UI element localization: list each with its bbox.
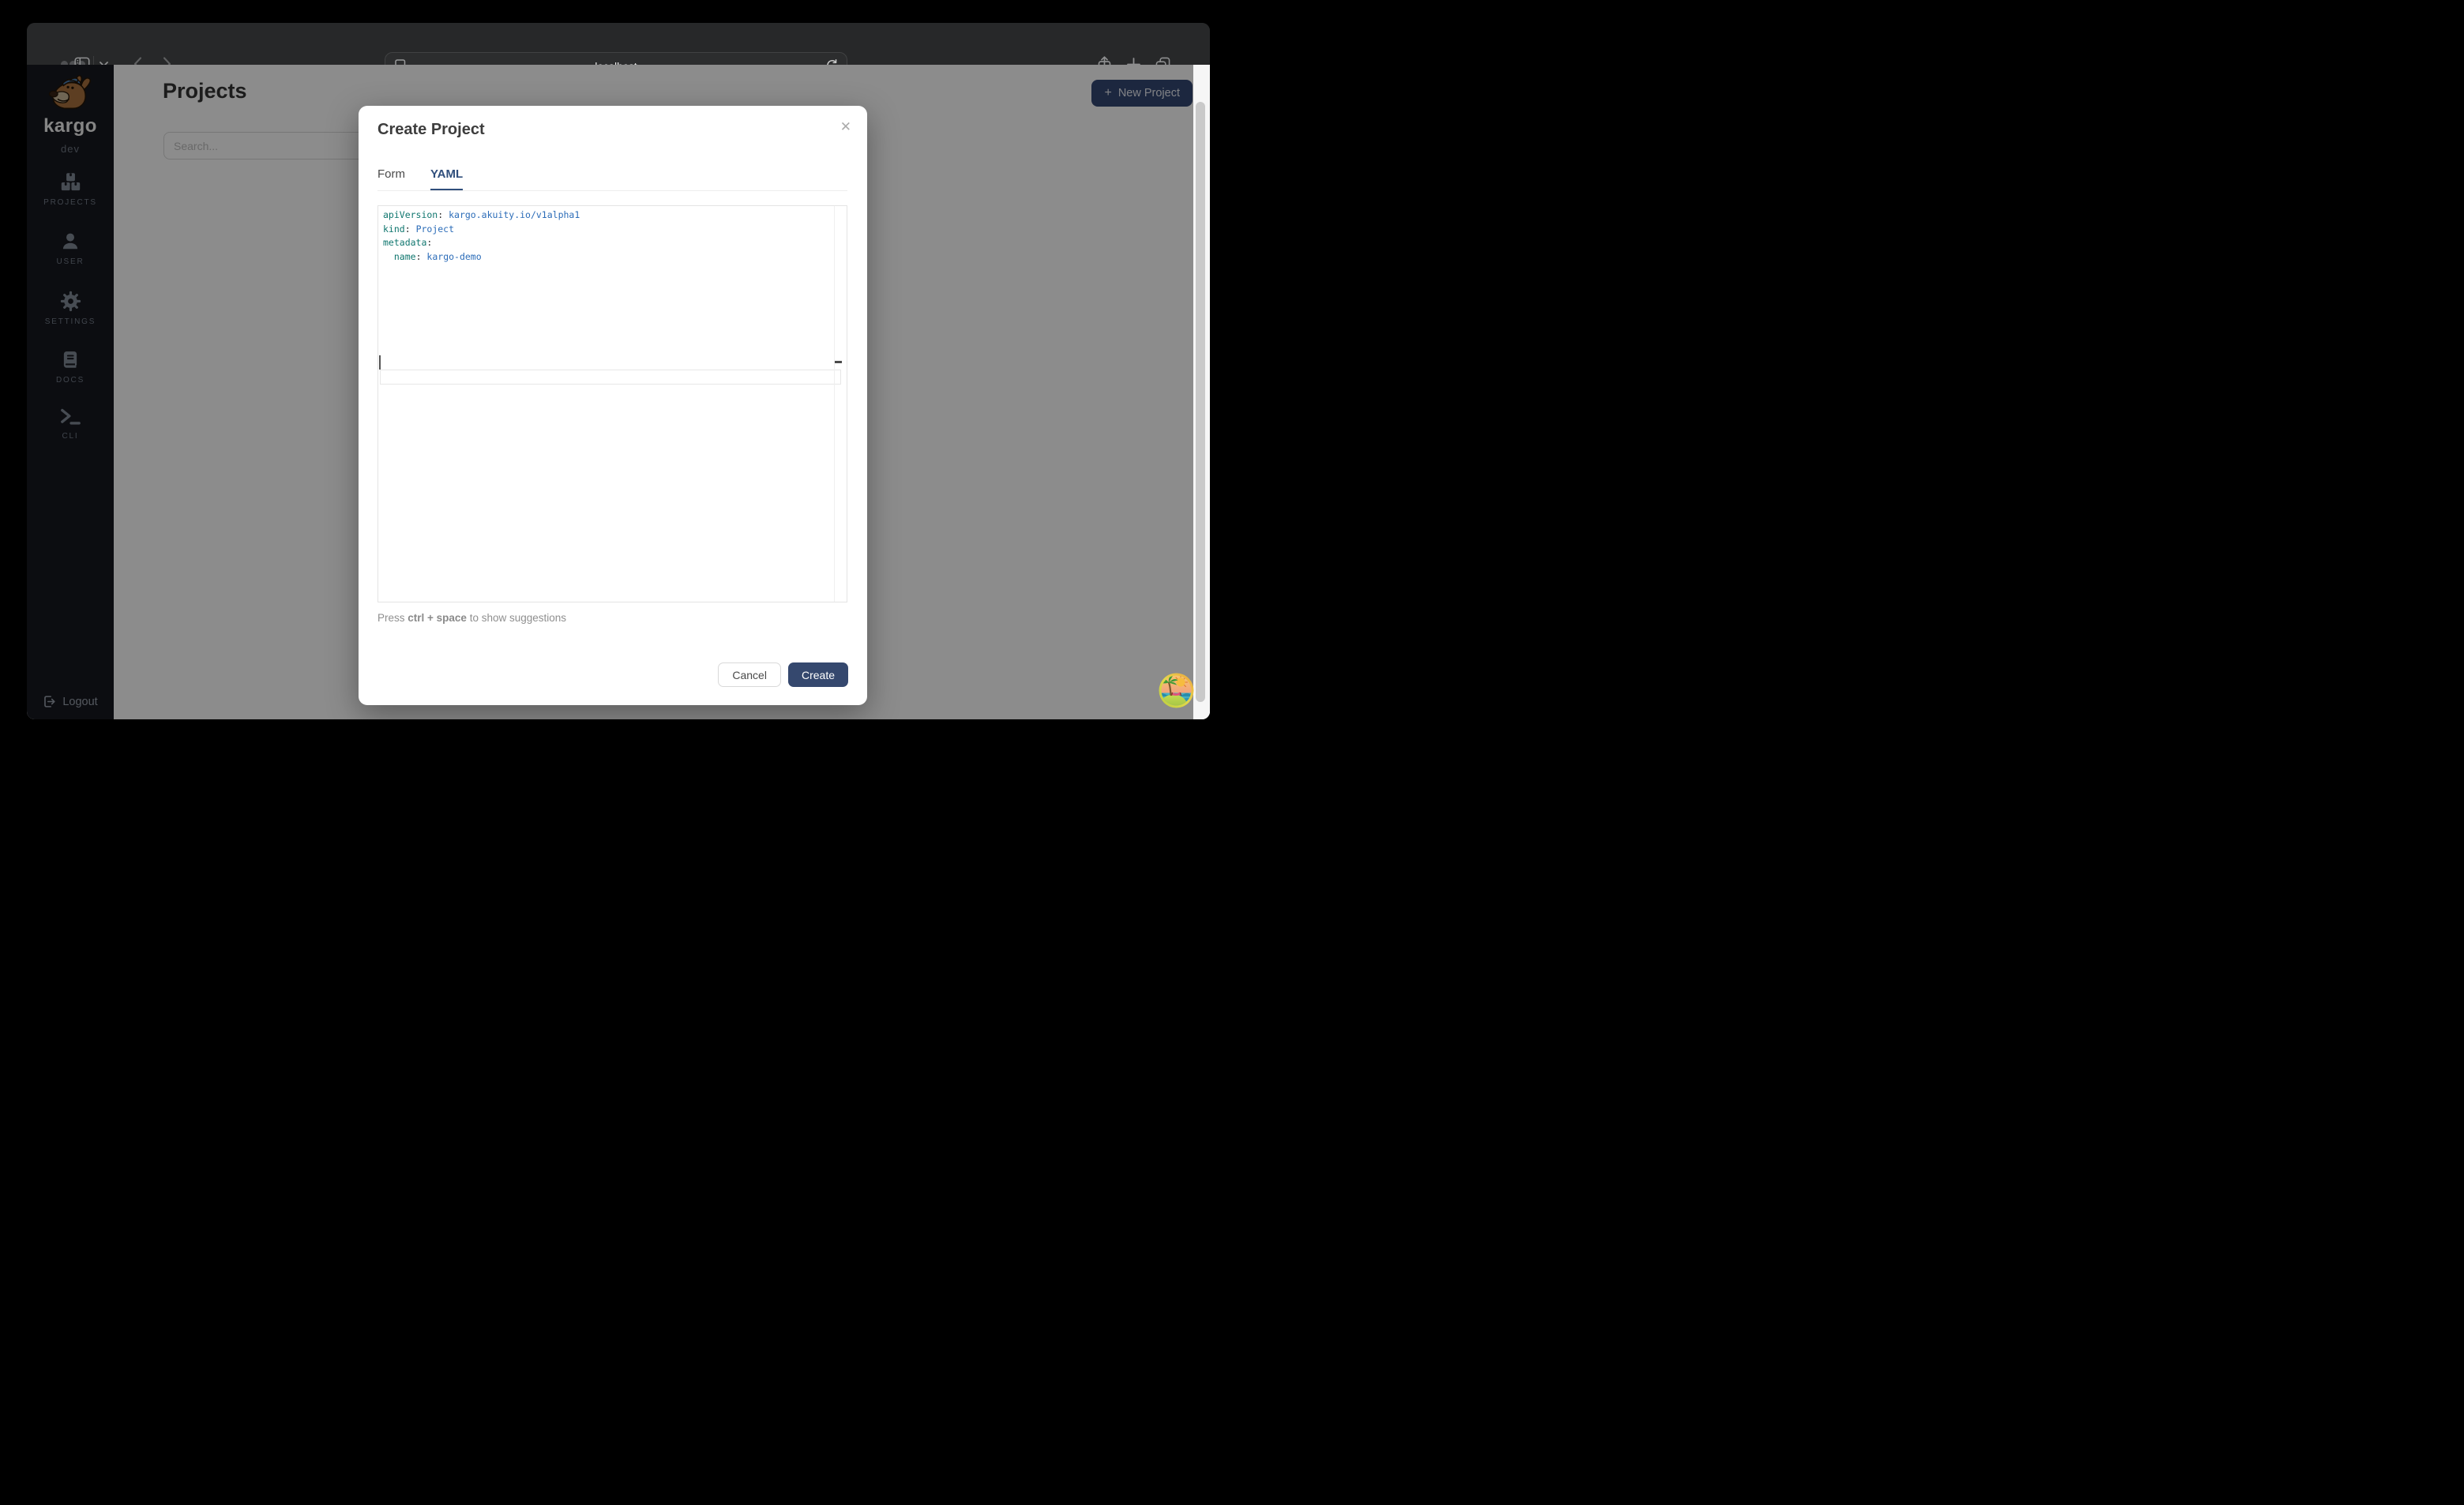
yaml-indent (383, 251, 394, 262)
yaml-value: kargo-demo (422, 251, 482, 262)
yaml-value: kargo.akuity.io/v1alpha1 (443, 209, 580, 220)
text-cursor (379, 355, 381, 370)
editor-scroll-lane-divider (834, 206, 835, 602)
yaml-editor[interactable]: apiVersion: kargo.akuity.io/v1alpha1 kin… (377, 205, 847, 602)
browser-window: localhost (27, 23, 1210, 719)
yaml-line: apiVersion: kargo.akuity.io/v1alpha1 (378, 206, 847, 223)
yaml-key: name (394, 251, 416, 262)
yaml-key: kind (383, 223, 405, 235)
island-badge[interactable] (1159, 673, 1194, 708)
hint-prefix: Press (377, 612, 408, 624)
yaml-colon: : (416, 251, 422, 262)
active-line-outline (380, 370, 841, 385)
cancel-button[interactable]: Cancel (718, 662, 781, 687)
page-scrollbar (1193, 65, 1210, 719)
tab-yaml[interactable]: YAML (430, 167, 463, 190)
yaml-colon: : (405, 223, 411, 235)
modal-title: Create Project (377, 121, 485, 139)
yaml-key: apiVersion (383, 209, 438, 220)
yaml-key: metadata (383, 237, 426, 248)
close-icon[interactable]: ✕ (840, 120, 851, 133)
editor-hint: Press ctrl + space to show suggestions (377, 612, 566, 624)
create-button[interactable]: Create (788, 662, 848, 687)
yaml-value: Project (411, 223, 454, 235)
tabs-divider (377, 190, 847, 191)
hint-suffix: to show suggestions (467, 612, 566, 624)
scrollbar-thumb[interactable] (1196, 102, 1205, 702)
browser-toolbar: localhost (27, 23, 1210, 65)
yaml-line: name: kargo-demo (378, 250, 847, 265)
modal-actions: Cancel Create (718, 662, 848, 687)
cursor-position-marker (835, 361, 842, 363)
create-project-modal: Create Project ✕ Form YAML apiVersion: k… (359, 106, 867, 705)
tropical-island-icon (1159, 673, 1194, 708)
modal-tabs: Form YAML (377, 167, 463, 190)
yaml-colon: : (426, 237, 432, 248)
yaml-line: metadata: (378, 236, 847, 250)
hint-shortcut: ctrl + space (408, 612, 467, 624)
tab-form[interactable]: Form (377, 167, 405, 190)
yaml-line: kind: Project (378, 223, 847, 237)
